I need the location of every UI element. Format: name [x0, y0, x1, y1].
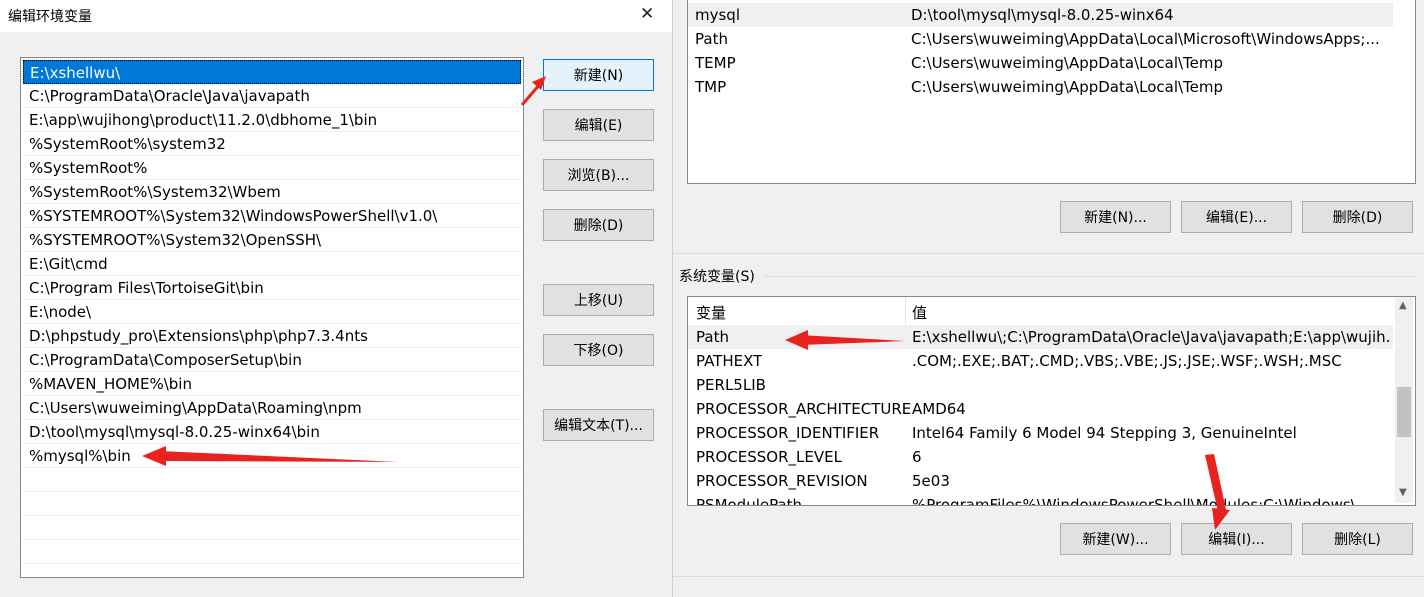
arrow-to-system-edit-button: [1205, 454, 1230, 530]
arrow-to-path-row: [785, 330, 905, 350]
arrow-to-mysql-entry: [142, 446, 398, 466]
annotation-arrows: [142, 76, 1230, 530]
arrow-to-new-button: [520, 76, 546, 106]
